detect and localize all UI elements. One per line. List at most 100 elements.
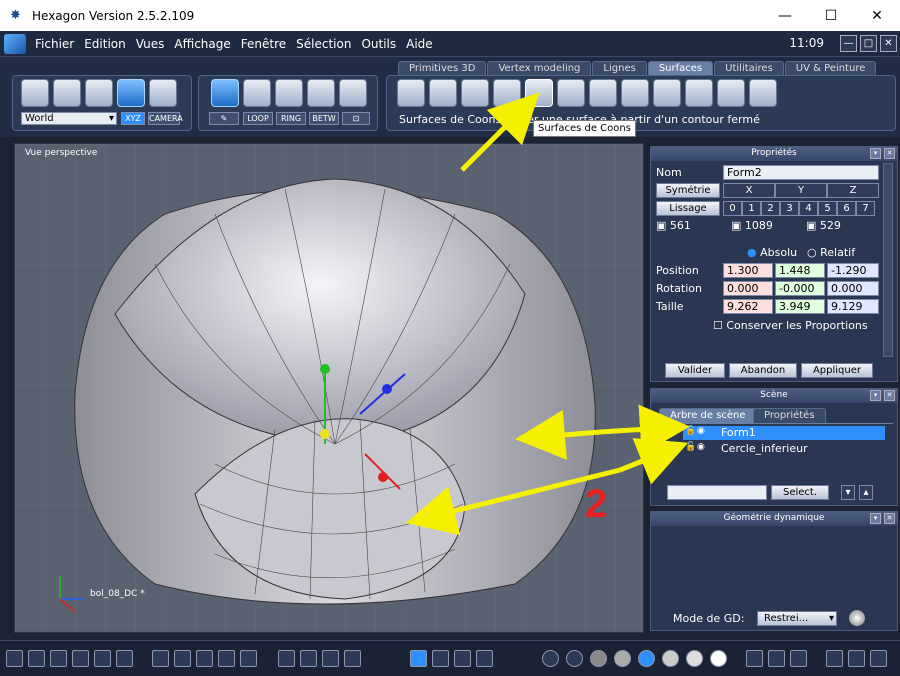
collapse-icon[interactable]: ▾ <box>870 390 881 401</box>
position-x[interactable]: 1.300 <box>723 263 773 278</box>
viewport-3d[interactable]: Vue perspective bol_08_DC * <box>14 143 644 633</box>
menu-selection[interactable]: Sélection <box>291 37 356 51</box>
symmetry-view-icon[interactable] <box>790 650 807 667</box>
surface-tool-3-icon[interactable] <box>461 79 489 107</box>
chevron-up-icon[interactable]: ▴ <box>859 485 873 500</box>
edge-mode-icon[interactable] <box>275 79 303 107</box>
properties-scrollbar[interactable] <box>883 163 893 357</box>
validate-button[interactable]: Valider <box>665 363 725 378</box>
close-icon[interactable]: ✕ <box>884 513 895 524</box>
ring-button[interactable]: RING <box>276 112 306 125</box>
keep-proportions-checkbox[interactable]: ☐ Conserver les Proportions <box>713 319 868 332</box>
ghost-icon[interactable] <box>149 79 177 107</box>
size-y[interactable]: 3.949 <box>775 299 825 314</box>
scale-icon[interactable] <box>454 650 471 667</box>
tab-surfaces[interactable]: Surfaces <box>647 61 714 76</box>
brush-select-icon[interactable]: ✎ <box>209 112 239 125</box>
menu-aide[interactable]: Aide <box>401 37 438 51</box>
apply-button[interactable]: Appliquer <box>801 363 873 378</box>
viewport-canvas[interactable] <box>15 144 644 633</box>
name-input[interactable]: Form2 <box>723 165 879 180</box>
mdi-close-button[interactable]: ✕ <box>880 35 897 52</box>
surface-tool-12-icon[interactable] <box>749 79 777 107</box>
position-z[interactable]: -1.290 <box>827 263 879 278</box>
tab-uv-peinture[interactable]: UV & Peinture <box>784 61 877 76</box>
close-button[interactable]: ✕ <box>854 0 900 31</box>
surface-tool-7-icon[interactable] <box>589 79 617 107</box>
size-x[interactable]: 9.262 <box>723 299 773 314</box>
magic-select-icon[interactable] <box>117 79 145 107</box>
face-mode-icon[interactable] <box>243 79 271 107</box>
sym-z-button[interactable]: Z <box>827 183 879 198</box>
betw-button[interactable]: BETW <box>309 112 339 125</box>
eye-icon[interactable]: ◉ <box>697 442 705 452</box>
object-view-icon[interactable] <box>848 650 865 667</box>
zoom-icon[interactable] <box>322 650 339 667</box>
menu-edition[interactable]: Edition <box>79 37 131 51</box>
bowl-model[interactable] <box>74 178 596 605</box>
absolute-radio[interactable]: ● Absolu <box>747 246 797 259</box>
shaded-sphere-icon[interactable] <box>638 650 655 667</box>
snap-icon[interactable] <box>174 650 191 667</box>
flat-sphere-icon[interactable] <box>590 650 607 667</box>
cancel-button[interactable]: Abandon <box>729 363 797 378</box>
hidden-line-sphere-icon[interactable] <box>566 650 583 667</box>
lock-icon[interactable]: 🔓 <box>685 426 696 436</box>
universal-icon[interactable] <box>476 650 493 667</box>
cube-view-icon[interactable] <box>826 650 843 667</box>
smooth-sphere-icon[interactable] <box>614 650 631 667</box>
lasso-icon[interactable] <box>53 79 81 107</box>
layout-3-icon[interactable] <box>50 650 67 667</box>
render-sphere-icon[interactable] <box>662 650 679 667</box>
relative-radio[interactable]: ○ Relatif <box>807 246 855 259</box>
select-arrow-icon[interactable] <box>21 79 49 107</box>
surface-tool-2-icon[interactable] <box>429 79 457 107</box>
rotation-x[interactable]: 0.000 <box>723 281 773 296</box>
tab-vertex-modeling[interactable]: Vertex modeling <box>487 61 592 76</box>
surface-tool-11-icon[interactable] <box>717 79 745 107</box>
material-sphere-icon[interactable] <box>686 650 703 667</box>
gd-sphere-icon[interactable] <box>849 610 865 626</box>
smooth-3[interactable]: 3 <box>780 201 799 216</box>
collapse-icon[interactable]: ▾ <box>870 148 881 159</box>
menu-vues[interactable]: Vues <box>131 37 170 51</box>
tab-utilitaires[interactable]: Utilitaires <box>714 61 784 76</box>
move-icon[interactable] <box>410 650 427 667</box>
grid-icon[interactable] <box>152 650 169 667</box>
smooth-0[interactable]: 0 <box>723 201 742 216</box>
close-icon[interactable]: ✕ <box>884 148 895 159</box>
smooth-2[interactable]: 2 <box>761 201 780 216</box>
scene-filter-input[interactable] <box>667 485 767 500</box>
collapse-icon[interactable]: ▾ <box>870 513 881 524</box>
sym-y-button[interactable]: Y <box>775 183 827 198</box>
smooth-4[interactable]: 4 <box>799 201 818 216</box>
smooth-7[interactable]: 7 <box>856 201 875 216</box>
surface-tool-1-icon[interactable] <box>397 79 425 107</box>
layout-1-icon[interactable] <box>6 650 23 667</box>
layout-5-icon[interactable] <box>94 650 111 667</box>
layout-4-icon[interactable] <box>72 650 89 667</box>
smooth-1[interactable]: 1 <box>742 201 761 216</box>
vertex-mode-icon[interactable] <box>307 79 335 107</box>
rotation-y[interactable]: -0.000 <box>775 281 825 296</box>
surface-tool-4-icon[interactable] <box>493 79 521 107</box>
paint-select-icon[interactable] <box>85 79 113 107</box>
surface-tool-8-icon[interactable] <box>621 79 649 107</box>
texture-icon[interactable] <box>196 650 213 667</box>
menu-fichier[interactable]: Fichier <box>30 37 79 51</box>
menu-fenetre[interactable]: Fenêtre <box>236 37 291 51</box>
rotate-icon[interactable] <box>432 650 449 667</box>
object-mode-icon[interactable] <box>211 79 239 107</box>
tab-scene-tree[interactable]: Arbre de scène <box>659 408 757 423</box>
eye-icon[interactable]: ◉ <box>697 426 705 436</box>
xray-icon[interactable] <box>746 650 763 667</box>
coord-system-select[interactable]: World ▾ <box>21 112 117 125</box>
wireframe-sphere-icon[interactable] <box>542 650 559 667</box>
symmetry-button[interactable]: Symétrie <box>656 183 720 198</box>
mdi-minimize-button[interactable]: — <box>840 35 857 52</box>
menu-affichage[interactable]: Affichage <box>169 37 235 51</box>
mdi-maximize-button[interactable]: □ <box>860 35 877 52</box>
xyz-button[interactable]: XYZ <box>121 112 145 125</box>
rotation-z[interactable]: 0.000 <box>827 281 879 296</box>
minimize-button[interactable]: — <box>762 0 808 31</box>
